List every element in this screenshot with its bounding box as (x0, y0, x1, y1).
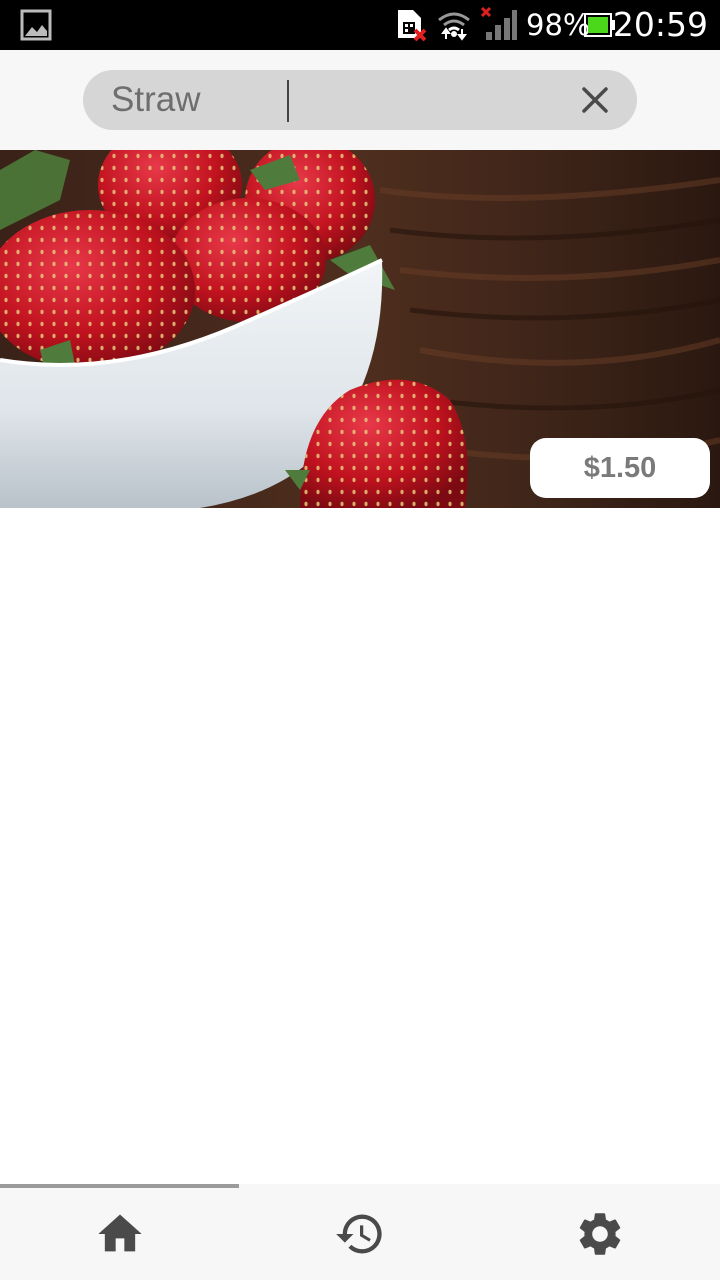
battery-percentage: 98% (526, 8, 591, 42)
search-header: Straw (0, 50, 720, 150)
signal-icon (480, 6, 517, 40)
settings-icon (579, 1213, 621, 1255)
home-icon (98, 1214, 142, 1252)
gallery-icon (20, 9, 52, 41)
wifi-icon (438, 12, 470, 41)
close-icon (582, 87, 608, 113)
clear-search-button[interactable] (579, 84, 611, 116)
history-icon (336, 1214, 382, 1254)
search-input[interactable]: Straw (111, 80, 200, 120)
text-caret (287, 80, 289, 122)
battery-icon (584, 13, 615, 37)
clock: 20:59 (612, 5, 708, 44)
nav-settings[interactable] (480, 1188, 720, 1280)
nav-home[interactable] (0, 1188, 240, 1280)
bottom-navigation (0, 1184, 720, 1280)
sim-error-icon (398, 10, 427, 42)
product-card[interactable]: $1.50 (0, 150, 720, 508)
status-bar: 98% 20:59 (0, 0, 720, 50)
nav-history[interactable] (240, 1188, 480, 1280)
search-bar[interactable]: Straw (83, 70, 637, 130)
price-badge: $1.50 (530, 438, 710, 498)
